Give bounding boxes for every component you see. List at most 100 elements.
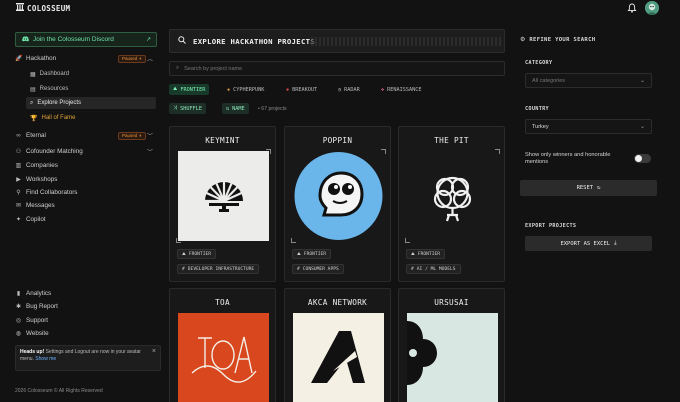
filter-chip-renaissance[interactable]: ❖ RENAISSANCE	[377, 84, 425, 95]
sidebar-item-hackathon[interactable]: 🚀 Hackathon Paused ⏸ ︿	[15, 53, 157, 64]
document-icon: ▤	[30, 86, 36, 93]
shuffle-button[interactable]: ⤨ SHUFFLE	[169, 103, 207, 114]
corner-mark	[381, 149, 386, 154]
tag-hackathon: ⛰ FRONTIER	[292, 249, 331, 259]
page-title: EXPLORE HACKATHON PROJECTS	[193, 36, 316, 46]
mountain-icon: ⛰	[411, 252, 415, 257]
user-avatar[interactable]	[645, 1, 659, 15]
radar-icon: ◔	[338, 86, 342, 93]
corner-mark	[266, 149, 271, 154]
filter-chip-breakout[interactable]: ✸ BREAKOUT	[282, 84, 321, 95]
sidebar-item-resources[interactable]: ▤ Resources	[26, 83, 156, 95]
trophy-icon: 🏆	[30, 115, 38, 122]
join-discord-button[interactable]: Join the Colosseum Discord ↗	[15, 32, 157, 47]
chevron-down-icon: ⌄	[639, 124, 645, 130]
sidebar-item-analytics[interactable]: ▮ Analytics	[15, 288, 51, 299]
infinity-icon: ∞	[16, 132, 21, 139]
project-name: URSUSAI	[434, 298, 469, 307]
sliders-icon: ⚙	[520, 37, 526, 43]
close-icon[interactable]: ×	[152, 348, 156, 356]
project-name: THE PIT	[434, 136, 469, 145]
toa-logo	[178, 313, 269, 402]
project-card[interactable]: TOA	[169, 288, 276, 402]
project-card[interactable]: THE PIT ⛰ FRONTIER # AI / ML MODELS	[398, 126, 505, 282]
project-card[interactable]: AKCA NETWORK	[284, 288, 391, 402]
corner-mark	[495, 149, 500, 154]
pause-icon: ⏸	[139, 56, 142, 61]
winners-only-label: Show only winners and honorable mentions	[525, 152, 611, 165]
chevron-down-icon: ﹀	[146, 134, 153, 140]
poppin-logo	[293, 151, 384, 241]
app-name: COLOSSEUM	[27, 3, 71, 13]
project-search-input[interactable]: ⌕ Search by project name	[169, 61, 505, 76]
sidebar-item-copilot[interactable]: ✦ Copilot	[15, 214, 46, 225]
corner-mark	[176, 238, 181, 243]
sparkle-icon: ✦	[15, 217, 22, 223]
chevron-down-icon: ﹀	[146, 150, 153, 156]
sidebar-item-find-collaborators[interactable]: ⚲ Find Collaborators	[15, 187, 77, 198]
sidebar-item-bug-report[interactable]: ✱ Bug Report	[15, 301, 58, 312]
download-icon: ⤓	[614, 240, 617, 246]
search-icon	[178, 36, 186, 46]
filter-chip-frontier[interactable]: ⛰ FRONTIER	[169, 84, 210, 95]
sidebar-item-eternal[interactable]: ∞ Eternal Paused ⏸ ﹀	[15, 130, 157, 141]
copyright: 2026 Colosseum © All Rights Reserved	[15, 388, 103, 394]
chevron-down-icon: ⌄	[639, 78, 645, 84]
sidebar-item-explore-projects[interactable]: ⌕ Explore Projects	[26, 97, 156, 109]
country-label: COUNTRY	[525, 106, 549, 112]
country-select[interactable]: Turkey ⌄	[525, 119, 652, 134]
project-card[interactable]: POPPIN ⛰ FRONTIER # CONSUMER APPS	[284, 126, 391, 282]
users-icon: ⚇	[15, 149, 22, 155]
project-card[interactable]: URSUSAI	[398, 288, 505, 402]
sort-name-button[interactable]: ⇅ NAME	[222, 103, 249, 114]
sidebar-item-hall-of-fame[interactable]: 🏆 Hall of Fame	[26, 112, 156, 124]
bug-icon: ✱	[15, 304, 22, 310]
sidebar-item-cofounder-matching[interactable]: ⚇ Cofounder Matching ﹀	[15, 146, 157, 157]
reset-button[interactable]: RESET ↻	[520, 180, 657, 196]
globe-icon: ◍	[15, 331, 22, 337]
top-bar: COLOSSEUM	[0, 0, 680, 18]
winners-only-toggle[interactable]	[634, 154, 651, 163]
show-me-link[interactable]: Show me	[35, 356, 56, 362]
support-icon: ◎	[15, 318, 22, 324]
notice-title: Heads up!	[20, 349, 45, 355]
corner-mark	[291, 238, 296, 243]
filter-chip-cypherpunk[interactable]: ◈ CYPHERPUNK	[223, 84, 268, 95]
notifications-bell-icon[interactable]	[627, 3, 637, 13]
category-label: CATEGORY	[525, 60, 553, 66]
status-badge: Paused ⏸	[118, 54, 146, 63]
tag-hackathon: ⛰ FRONTIER	[406, 249, 445, 259]
country-value: Turkey	[532, 123, 549, 130]
ursusai-logo	[407, 313, 498, 402]
sidebar-item-dashboard[interactable]: ▦ Dashboard	[26, 68, 156, 80]
export-title: EXPORT PROJECTS	[525, 223, 577, 229]
tag-category: # DEVELOPER INFRASTRUCTURE	[177, 264, 260, 274]
discord-label: Join the Colosseum Discord	[33, 36, 114, 43]
project-name: KEYMINT	[205, 136, 240, 145]
hash-icon: #	[182, 266, 185, 272]
category-placeholder: All categories	[532, 77, 566, 84]
corner-mark	[405, 238, 410, 243]
sidebar-item-workshops[interactable]: ▶ Workshops	[15, 174, 57, 185]
breakout-icon: ✸	[286, 86, 290, 93]
sidebar-item-messages[interactable]: ✉ Messages	[15, 200, 55, 211]
project-card[interactable]: KEYMINT ⛰ FRONTIER # DEVELOPER INFRASTRUCT…	[169, 126, 276, 282]
akca-network-logo	[293, 313, 384, 402]
colosseum-logo[interactable]: COLOSSEUM	[16, 3, 70, 13]
filter-header: ⚙ REFINE YOUR SEARCH	[520, 36, 595, 44]
sidebar-item-companies[interactable]: ▥ Companies	[15, 160, 58, 171]
message-icon: ✉	[15, 203, 22, 209]
search-icon: ⌕	[176, 65, 180, 71]
sidebar-item-website[interactable]: ◍ Website	[15, 328, 49, 339]
filter-chip-radar[interactable]: ◔ RADAR	[334, 84, 364, 95]
category-select[interactable]: All categories ⌄	[525, 73, 652, 88]
project-name: TOA	[215, 298, 230, 307]
dashboard-icon: ▦	[30, 71, 36, 78]
hash-icon: #	[411, 266, 414, 272]
chevron-up-icon: ︿	[146, 57, 153, 63]
export-excel-button[interactable]: EXPORT AS EXCEL ⤓	[525, 236, 652, 251]
sidebar-item-support[interactable]: ◎ Support	[15, 315, 48, 326]
colosseum-logo-icon	[16, 3, 24, 13]
tag-category: # CONSUMER APPS	[292, 264, 344, 274]
tag-category: # AI / ML MODELS	[406, 264, 461, 274]
